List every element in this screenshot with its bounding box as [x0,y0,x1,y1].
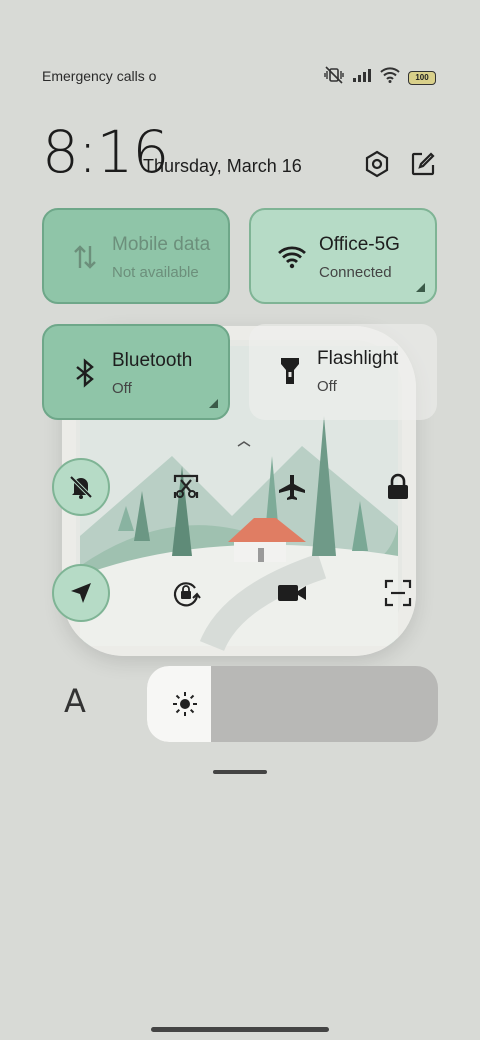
flashlight-icon [275,356,305,386]
tile-mobile-data[interactable]: Mobile data Not available [42,208,230,304]
toggle-scan[interactable] [369,564,427,622]
settings-icon [365,150,389,178]
tile-subtitle: Not available [112,264,199,281]
toggle-rotation-lock[interactable] [157,564,215,622]
expand-corner-icon[interactable] [416,283,425,292]
edit-button[interactable] [408,149,438,179]
toggle-silent[interactable] [52,458,110,516]
edit-icon [411,152,435,176]
tile-title: Mobile data [112,234,211,255]
tile-wifi[interactable]: Office-5G Connected [249,208,437,304]
mute-vibrate-icon [324,66,344,89]
rotation-lock-icon [173,582,201,607]
toggle-screen-record[interactable] [263,564,321,622]
tile-title: Office-5G [319,234,400,255]
settings-button[interactable] [362,149,392,179]
mobile-data-icon [70,242,100,272]
scan-icon [384,579,412,607]
carrier-label: Emergency calls o [42,68,157,84]
tile-title: Flashlight [317,348,399,369]
toggle-lock[interactable] [369,458,427,516]
tile-flashlight[interactable]: Flashlight Off [249,324,437,420]
home-indicator[interactable] [151,1027,329,1032]
wifi-icon [277,242,307,272]
brightness-slider[interactable] [147,666,438,742]
screen-record-icon [278,585,306,601]
screenshot-icon [173,474,199,498]
sun-icon [171,690,199,723]
panel-handle[interactable] [213,770,267,774]
silent-bell-icon [69,475,93,499]
signal-icon [352,68,372,87]
status-icons: 100 [324,66,436,89]
battery-icon: 100 [408,70,436,85]
airplane-icon [279,475,305,500]
wifi-icon [380,67,400,88]
bluetooth-icon [70,358,100,388]
toggle-screenshot[interactable] [157,458,215,516]
tile-subtitle: Off [112,380,132,397]
tile-subtitle: Off [317,378,337,395]
lock-icon [388,473,408,499]
tile-bluetooth[interactable]: Bluetooth Off [42,324,230,420]
date-label: Thursday, March 16 [143,156,302,176]
toggle-location[interactable] [52,564,110,622]
font-size-button[interactable]: A [64,682,86,720]
expand-corner-icon[interactable] [209,399,218,408]
tile-subtitle: Connected [319,264,392,281]
toggle-airplane[interactable] [263,458,321,516]
location-icon [71,583,91,603]
tile-title: Bluetooth [112,350,193,371]
